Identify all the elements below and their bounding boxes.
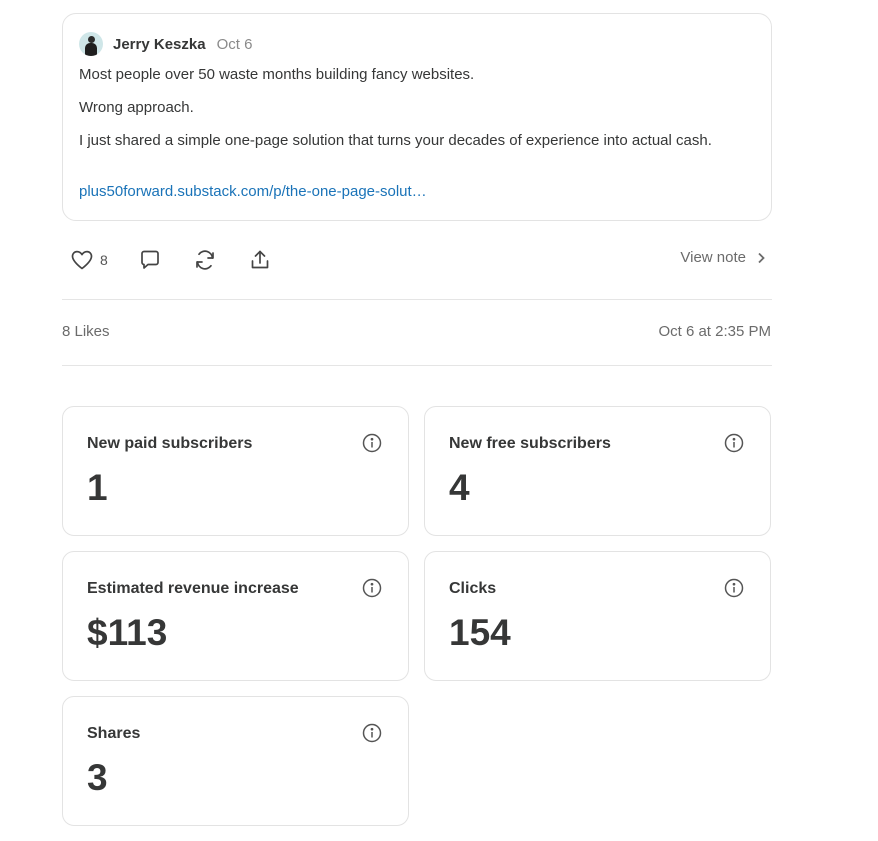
note-card[interactable]: Jerry Keszka Oct 6 Most people over 50 w… [62,13,772,221]
stat-card-clicks: Clicks 154 [424,551,771,681]
note-timestamp: Oct 6 at 2:35 PM [658,323,771,340]
comment-button[interactable] [138,248,162,272]
divider [62,299,772,300]
note-paragraph: Most people over 50 waste months buildin… [79,66,475,83]
avatar[interactable] [79,32,103,56]
like-button[interactable]: 8 [70,248,108,272]
info-icon[interactable] [724,578,744,598]
comment-icon [141,250,159,269]
likes-summary[interactable]: 8 Likes [62,323,110,340]
stat-label: Shares [87,725,141,742]
stat-label: New free subscribers [449,435,611,452]
chevron-right-icon [758,252,765,263]
info-icon[interactable] [362,578,382,598]
info-icon[interactable] [362,723,382,743]
restack-icon [196,250,214,270]
stat-value: $113 [87,612,168,653]
stat-value: 4 [449,467,470,508]
note-paragraph: I just shared a simple one-page solution… [79,132,712,149]
stat-card-estimated-revenue-increase: Estimated revenue increase $113 [62,551,409,681]
author-name[interactable]: Jerry Keszka [113,36,206,53]
info-icon[interactable] [362,433,382,453]
stat-value: 154 [449,612,511,653]
share-button[interactable] [248,248,272,272]
stat-card-new-free-subscribers: New free subscribers 4 [424,406,771,536]
note-date: Oct 6 [216,35,253,53]
stat-value: 1 [87,467,108,508]
view-note-label: View note [680,249,746,266]
stat-value: 3 [87,757,108,798]
restack-button[interactable] [193,248,217,272]
divider [62,365,772,366]
stat-label: Clicks [449,580,497,597]
note-link[interactable]: plus50forward.substack.com/p/the-one-pag… [79,183,427,200]
info-icon[interactable] [724,433,744,453]
stat-label: Estimated revenue increase [87,580,299,597]
heart-icon [71,250,93,270]
stat-card-shares: Shares 3 [62,696,409,826]
note-actions: 8 View note [62,244,772,276]
note-header: Jerry Keszka Oct 6 [79,32,252,56]
like-count: 8 [100,252,108,268]
view-note-link[interactable]: View note [680,249,768,266]
share-icon [251,250,269,269]
stat-card-new-paid-subscribers: New paid subscribers 1 [62,406,409,536]
note-paragraph: Wrong approach. [79,99,194,116]
stat-label: New paid subscribers [87,435,253,452]
